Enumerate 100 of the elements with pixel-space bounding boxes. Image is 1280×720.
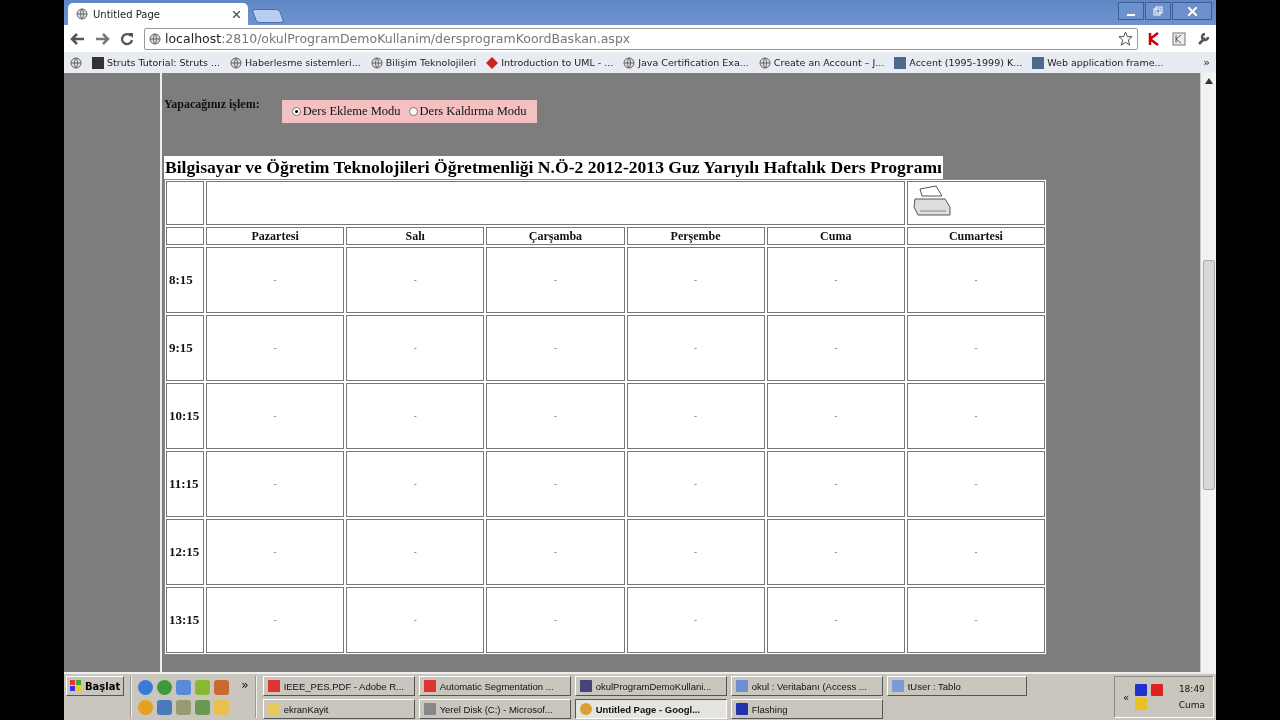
bookmark-link[interactable]: Create an Account – J... <box>758 56 885 69</box>
taskbar-button[interactable]: okulProgramDemoKullani... <box>574 676 727 696</box>
address-field[interactable]: localhost:2810/okulProgramDemoKullanim/dersprogramKoordBaskan.aspx <box>144 27 1138 50</box>
day-header: Salı <box>346 227 485 245</box>
browser-tab[interactable]: Untitled Page <box>68 3 248 25</box>
table-cell: - <box>206 519 345 585</box>
table-cell: - <box>486 451 625 517</box>
bookmark-link[interactable]: Bilişim Teknolojileri <box>370 56 477 69</box>
table-cell: - <box>906 247 1045 313</box>
table-cell: - <box>346 383 485 449</box>
mode-radio[interactable]: Ders Kaldırma Modu <box>408 104 527 119</box>
star-icon[interactable] <box>1118 31 1133 46</box>
clock-time: 18:49 <box>1178 684 1205 694</box>
restore-icon <box>1153 6 1163 16</box>
taskbar-button[interactable]: Flashing <box>730 699 883 719</box>
taskbar-button[interactable]: Yerel Disk (C:) - Microsof... <box>418 699 571 719</box>
bookmark-link[interactable]: Haberlesme sistemleri... <box>229 56 361 69</box>
mode-label: Yapacağınız işlem: <box>164 96 260 112</box>
table-cell: - <box>626 519 765 585</box>
extension-icon[interactable] <box>1172 31 1186 46</box>
table-cell: - <box>346 315 485 381</box>
mode-radio[interactable]: Ders Ekleme Modu <box>291 104 401 119</box>
taskbar-button[interactable]: okul : Veritabanı (Access ... <box>730 676 883 696</box>
time-cell: 9:15 <box>166 315 204 381</box>
bookmark-link[interactable]: Accent (1995-1999) K... <box>894 56 1023 69</box>
bookmark-link[interactable]: Struts Tutorial: Struts ... <box>92 56 220 69</box>
close-icon[interactable] <box>233 10 240 18</box>
globe-icon <box>758 56 771 69</box>
table-cell: - <box>346 451 485 517</box>
globe-icon <box>229 56 242 69</box>
table-cell: - <box>486 315 625 381</box>
minimize-button[interactable] <box>1118 2 1144 20</box>
scrollbar[interactable] <box>1200 73 1216 672</box>
forward-icon[interactable] <box>95 32 110 45</box>
new-tab-button[interactable] <box>251 9 285 23</box>
table-cell: - <box>346 519 485 585</box>
time-cell: 12:15 <box>166 519 204 585</box>
bookmark-link[interactable]: Web application frame... <box>1032 56 1164 69</box>
quick-launch-icon[interactable] <box>195 699 211 715</box>
time-cell: 11:15 <box>166 451 204 517</box>
taskbar-button[interactable]: ekranKayit <box>262 699 415 719</box>
table-cell: - <box>766 587 905 653</box>
day-header: Pazartesi <box>206 227 345 245</box>
quick-launch-icon[interactable] <box>138 679 154 695</box>
quick-launch-icon[interactable] <box>176 679 192 695</box>
table-cell: - <box>906 451 1045 517</box>
schedule-title: Bilgisayar ve Öğretim Teknolojileri Öğretmenliği N.Ö-2 2012-2013 Guz Yarıyılı Haftalık Ders Programı <box>164 156 943 179</box>
table-cell: - <box>206 383 345 449</box>
table-cell: - <box>626 247 765 313</box>
day-header: Cuma <box>766 227 905 245</box>
table-cell: - <box>626 451 765 517</box>
table-cell: - <box>906 383 1045 449</box>
globe-icon <box>76 8 88 20</box>
table-cell: - <box>766 451 905 517</box>
table-cell: - <box>626 315 765 381</box>
close-icon <box>1187 6 1197 16</box>
bookmark-link[interactable]: Introduction to UML - ... <box>486 56 614 69</box>
table-cell: - <box>766 519 905 585</box>
clock-day: Cuma <box>1178 700 1205 710</box>
reload-icon[interactable] <box>120 31 134 46</box>
table-cell: - <box>206 247 345 313</box>
globe-icon <box>370 56 383 69</box>
table-cell: - <box>206 315 345 381</box>
time-cell: 13:15 <box>166 587 204 653</box>
table-cell: - <box>346 587 485 653</box>
more-bookmarks-button[interactable]: » <box>1203 56 1210 69</box>
quick-launch-icon[interactable] <box>157 699 173 715</box>
scroll-up-icon[interactable] <box>1204 77 1213 85</box>
day-header: Çarşamba <box>486 227 625 245</box>
taskbar-button[interactable]: IEEE_PES.PDF - Adobe R... <box>262 676 415 696</box>
table-cell: - <box>486 587 625 653</box>
table-cell: - <box>766 247 905 313</box>
quick-launch-icon[interactable] <box>157 679 173 695</box>
taskbar-button[interactable]: Automatic Segmentation ... <box>418 676 571 696</box>
quick-launch-icon[interactable] <box>214 679 230 695</box>
table-cell: - <box>906 519 1045 585</box>
globe-icon <box>70 56 82 69</box>
expand-tray-button[interactable]: « <box>1123 691 1130 703</box>
back-icon[interactable] <box>70 32 85 45</box>
restore-button[interactable] <box>1145 2 1171 20</box>
windows-logo-icon <box>70 680 82 692</box>
taskbar-button[interactable]: Untitled Page - Googl... <box>574 699 727 719</box>
diamond-icon <box>486 56 499 69</box>
close-button[interactable] <box>1172 2 1212 20</box>
start-button[interactable]: Başlat <box>66 676 125 696</box>
table-cell: - <box>626 587 765 653</box>
table-cell: - <box>486 383 625 449</box>
minimize-icon <box>1127 14 1135 16</box>
bookmark-link[interactable]: Java Certification Exa... <box>623 56 749 69</box>
table-cell: - <box>766 383 905 449</box>
table-cell: - <box>206 451 345 517</box>
taskbar-button[interactable]: tUser : Tablo <box>886 676 1027 696</box>
day-header: Perşembe <box>626 227 765 245</box>
more-button[interactable]: » <box>241 676 249 718</box>
globe-icon <box>623 56 636 69</box>
time-cell: 8:15 <box>166 247 204 313</box>
table-cell: - <box>206 587 345 653</box>
wrench-icon[interactable] <box>1196 31 1210 46</box>
table-cell: - <box>486 247 625 313</box>
table-cell: - <box>906 587 1045 653</box>
